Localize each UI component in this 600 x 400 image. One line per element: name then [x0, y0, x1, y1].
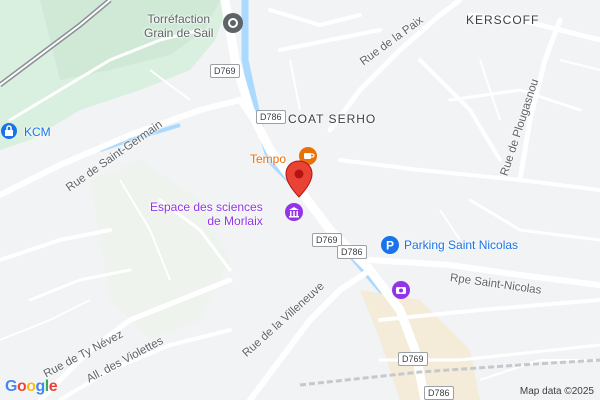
- place-kerscoff: KERSCOFF: [466, 13, 540, 27]
- road-shield: D786: [256, 110, 286, 124]
- place-torrefaction[interactable]: Torréfaction Grain de Sail: [144, 12, 213, 40]
- road-shield: D786: [424, 386, 454, 400]
- place-coat-serho: COAT SERHO: [288, 112, 377, 126]
- map-attribution[interactable]: Map data ©2025: [520, 386, 594, 397]
- road-shield: D769: [210, 64, 240, 78]
- map-view[interactable]: P KERSCOFF COAT SERHO Torréfaction Grain…: [0, 0, 600, 400]
- cafe-icon[interactable]: [222, 12, 244, 34]
- google-logo: Google: [5, 378, 58, 395]
- svg-text:P: P: [386, 239, 394, 253]
- place-kcm[interactable]: KCM: [24, 126, 51, 138]
- place-espace-sciences[interactable]: Espace des sciences de Morlaix: [150, 200, 263, 228]
- place-parking-saint-nicolas[interactable]: Parking Saint Nicolas: [404, 239, 518, 251]
- road-shield: D786: [337, 245, 367, 259]
- map-base: [0, 0, 600, 400]
- place-tempo[interactable]: Tempo: [250, 153, 286, 165]
- parking-icon[interactable]: P: [380, 235, 400, 255]
- camera-icon[interactable]: [391, 280, 411, 300]
- location-pin-icon[interactable]: [285, 160, 313, 198]
- museum-icon[interactable]: [284, 202, 304, 222]
- shopping-icon[interactable]: [0, 122, 18, 140]
- road-shield: D769: [398, 352, 428, 366]
